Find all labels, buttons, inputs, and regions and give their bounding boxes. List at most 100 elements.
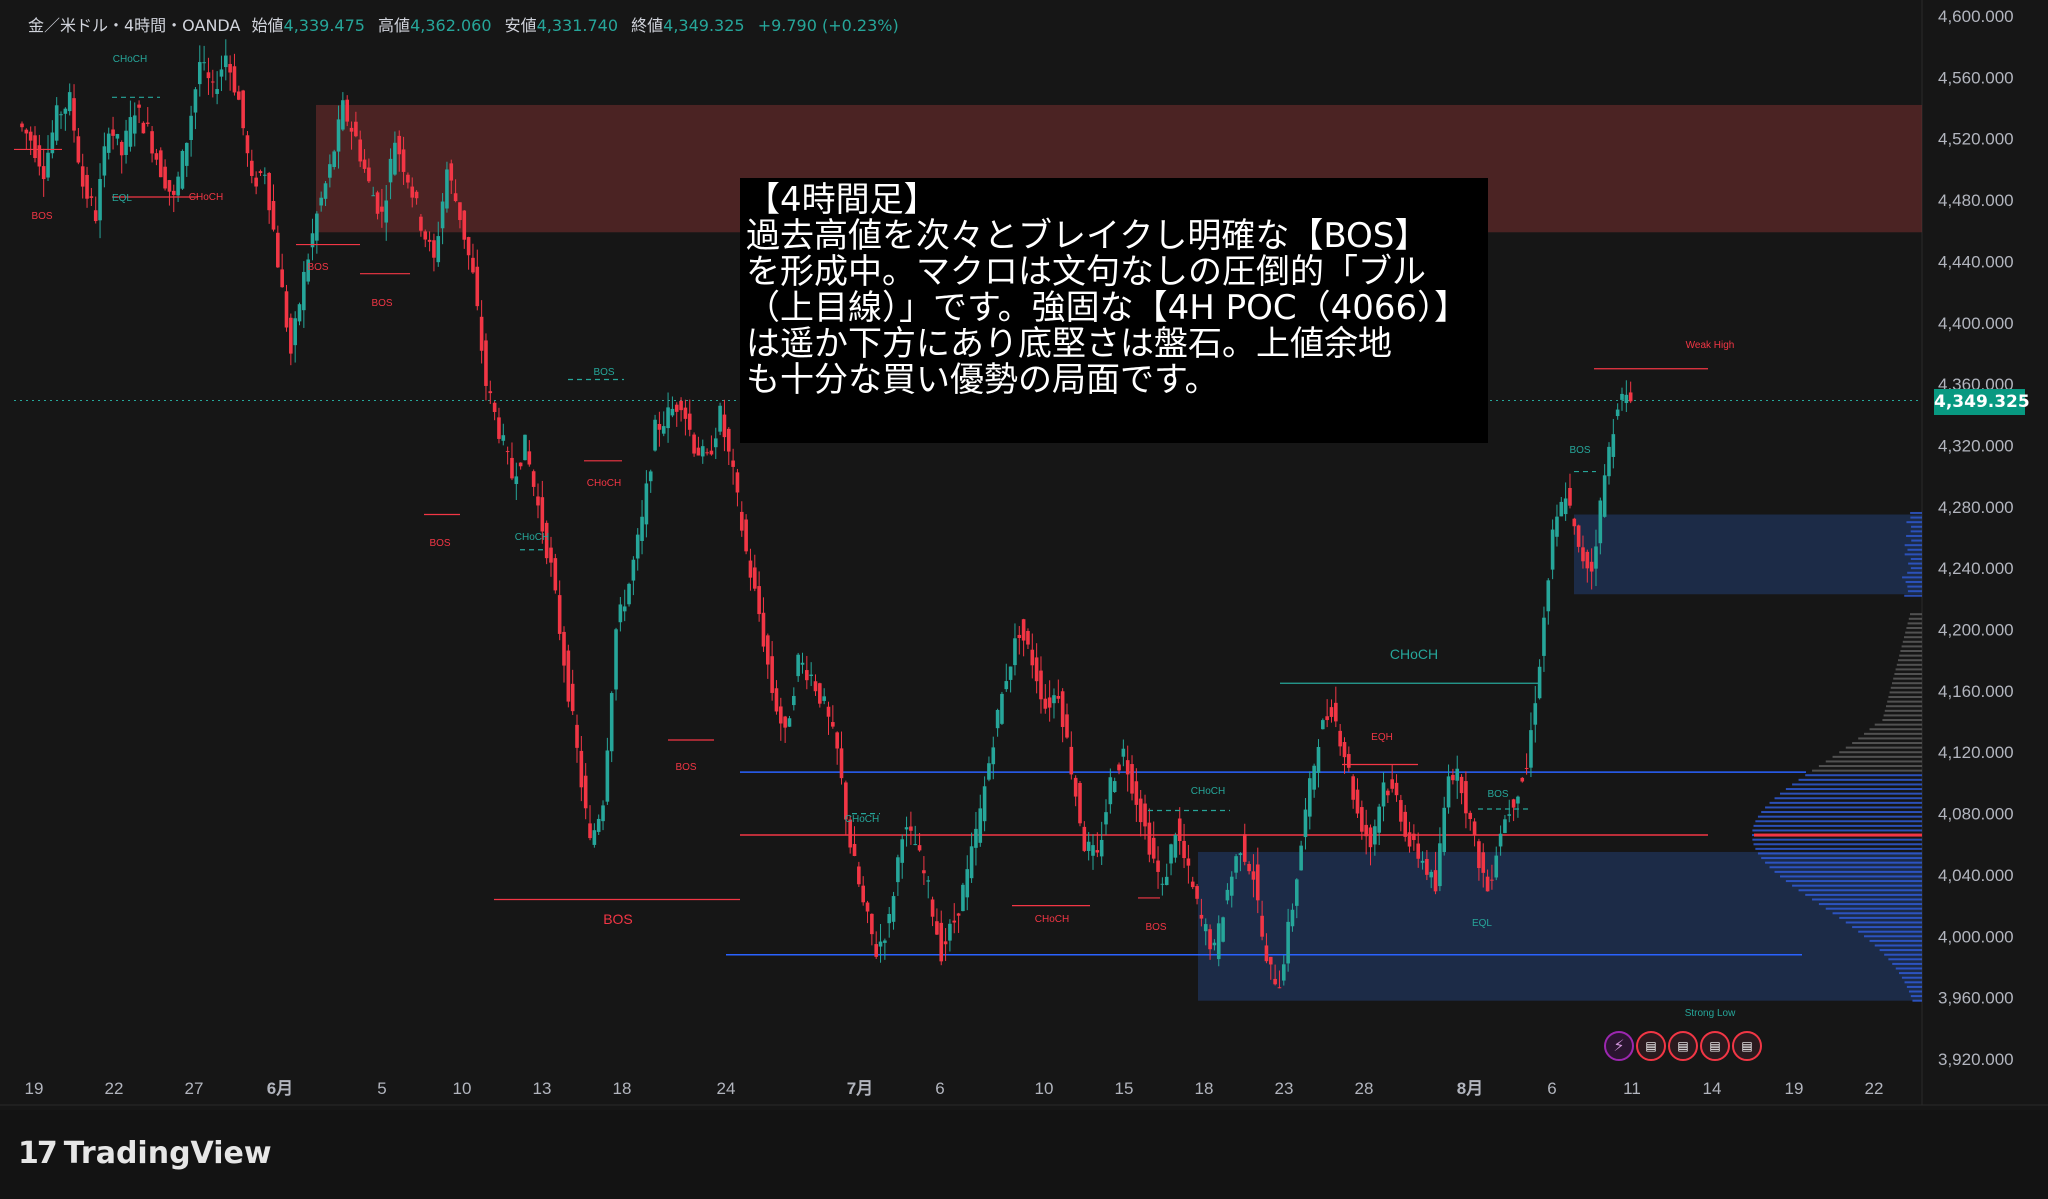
structure-label: CHoCH: [113, 54, 147, 65]
candle-body: [918, 845, 922, 850]
candle-body: [124, 131, 128, 155]
volume-profile-bar: [1905, 981, 1922, 983]
candle-body: [116, 134, 120, 139]
lightning-icon[interactable]: ⚡: [1604, 1031, 1634, 1061]
candle-body: [905, 827, 909, 829]
candle-body: [1599, 501, 1603, 544]
candle-body: [176, 177, 180, 196]
candle-body: [1226, 890, 1230, 901]
candle-body: [402, 149, 406, 171]
candle-body: [1529, 730, 1533, 768]
time-axis-tick: 7月: [847, 1079, 873, 1098]
candle-body: [363, 160, 367, 169]
candle-body: [601, 805, 605, 821]
candle-body: [1356, 790, 1360, 814]
candle-body: [415, 192, 419, 198]
poc-bar: [1754, 834, 1922, 837]
time-axis-tick: 6: [1547, 1079, 1556, 1098]
price-axis-tick: 4,520.000: [1938, 130, 2014, 149]
time-axis-tick: 5: [377, 1079, 386, 1098]
candle-body: [1148, 823, 1152, 855]
candle-body: [285, 291, 289, 327]
candle-body: [72, 98, 76, 130]
candle-body: [168, 180, 172, 192]
candle-body: [289, 318, 293, 354]
candle-body: [1321, 720, 1325, 729]
candle-body: [1013, 638, 1017, 665]
candle-body: [1455, 769, 1459, 781]
candle-body: [1542, 618, 1546, 656]
candle-body: [324, 183, 328, 199]
candle-body: [345, 100, 349, 122]
candle-body: [458, 202, 462, 220]
volume-profile-bar: [1754, 843, 1922, 845]
candle-body: [788, 718, 792, 726]
candle-body: [835, 732, 839, 748]
candle-body: [1438, 843, 1442, 886]
candle-body: [1126, 760, 1130, 774]
us-flag-icon[interactable]: ▤: [1732, 1031, 1762, 1061]
candle-body: [1291, 910, 1295, 926]
candle-body: [1117, 765, 1121, 771]
candle-body: [220, 69, 224, 76]
volume-profile-bar: [1894, 673, 1922, 675]
candle-body: [1044, 699, 1048, 709]
candle-body: [1286, 922, 1290, 964]
candle-body: [727, 429, 731, 452]
candle-body: [315, 214, 319, 241]
note-line: も十分な買い優勢の局面です。: [746, 362, 1480, 398]
volume-profile-bar: [1900, 650, 1922, 652]
volume-profile-bar: [1752, 829, 1922, 831]
candle-body: [1573, 519, 1577, 526]
candle-body: [1087, 842, 1091, 851]
candle-body: [194, 89, 198, 112]
volume-profile-bar: [1846, 921, 1922, 923]
candle-body: [68, 92, 72, 111]
candle-body: [1421, 861, 1425, 863]
candle-body: [991, 747, 995, 764]
economic-events: ⚡ ▤ ▤ ▤ ▤: [1604, 1031, 1762, 1061]
candle-body: [1499, 834, 1503, 847]
candle-body: [809, 675, 813, 676]
candle-body: [1581, 547, 1585, 561]
candle-body: [1187, 858, 1191, 865]
candle-body: [506, 451, 510, 452]
candle-body: [593, 830, 597, 845]
candle-body: [480, 317, 484, 351]
volume-profile-bar: [1752, 839, 1922, 841]
volume-profile-bar: [1908, 549, 1922, 551]
candle-body: [133, 115, 137, 133]
candle-body: [64, 109, 68, 114]
blue-zone: [1574, 514, 1922, 594]
candle-body: [935, 921, 939, 934]
volume-profile-bar: [1887, 701, 1922, 703]
price-axis-tick: 3,960.000: [1938, 989, 2014, 1008]
candle-body: [1048, 697, 1052, 707]
symbol-label[interactable]: 金／米ドル・4時間・OANDA: [28, 16, 240, 35]
candle-body: [172, 191, 176, 195]
chart-area[interactable]: BOS BOS BOS BOS BOS BOS BOS BOS BOS BOS CHoCH CHoCH…: [0, 0, 2048, 1110]
candle-body: [961, 885, 965, 911]
candle-body: [215, 89, 219, 94]
volume-profile-bar: [1761, 857, 1922, 859]
price-chart[interactable]: BOS BOS BOS BOS BOS BOS BOS BOS BOS BOS CHoCH CHoCH…: [0, 0, 2048, 1110]
analysis-note[interactable]: 【4時間足】 過去高値を次々とブレイクし明確な【BOS】 を形成中。マクロは文句…: [740, 178, 1488, 443]
candle-body: [441, 202, 445, 229]
us-flag-icon[interactable]: ▤: [1636, 1031, 1666, 1061]
candle-body: [662, 426, 666, 434]
candle-body: [679, 401, 683, 410]
low-value: 4,331.740: [537, 16, 618, 35]
candle-body: [1468, 813, 1472, 819]
us-flag-icon[interactable]: ▤: [1700, 1031, 1730, 1061]
tradingview-logo[interactable]: 17 TradingView: [18, 1136, 272, 1171]
candle-body: [970, 846, 974, 878]
us-flag-icon[interactable]: ▤: [1668, 1031, 1698, 1061]
candle-body: [29, 132, 33, 141]
candle-body: [827, 707, 831, 717]
candle-body: [1338, 731, 1342, 747]
candle-body: [779, 706, 783, 723]
candle-body: [840, 748, 844, 778]
candle-body: [957, 913, 961, 915]
candle-body: [1369, 827, 1373, 847]
structure-label: BOS: [1569, 445, 1590, 456]
